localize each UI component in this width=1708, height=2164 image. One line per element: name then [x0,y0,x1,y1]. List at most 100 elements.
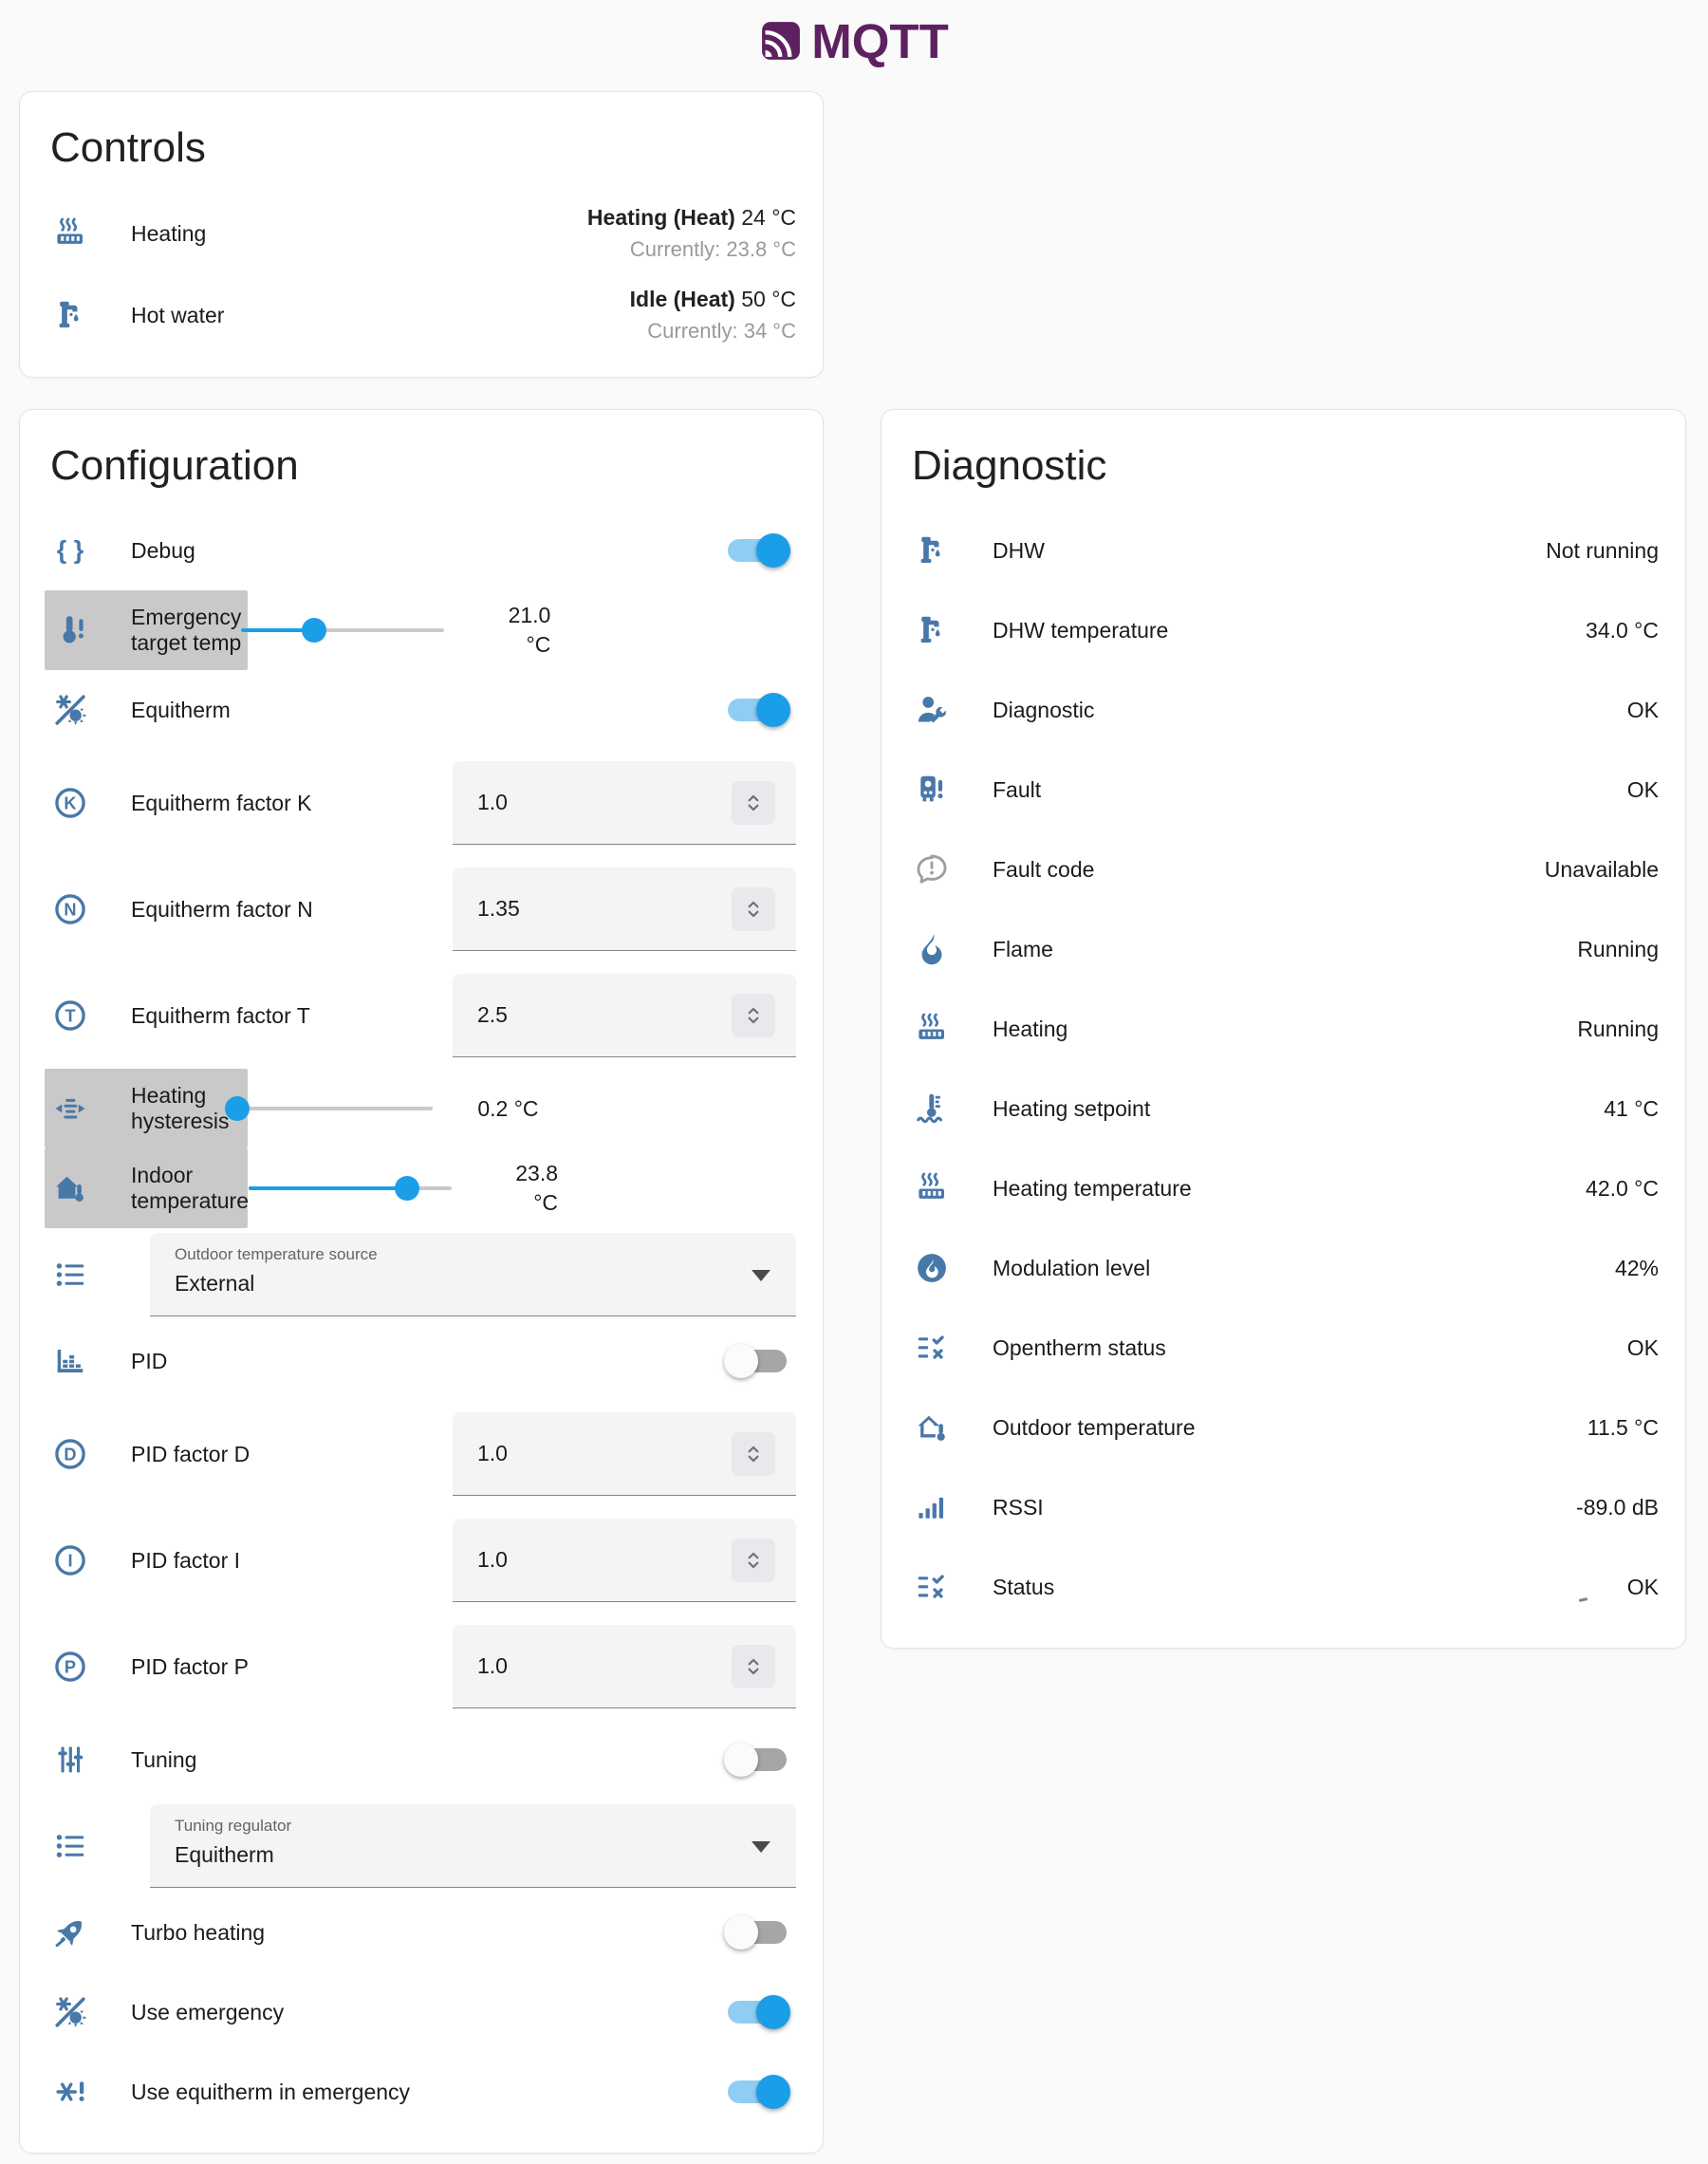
slider-value-line: °C [471,1188,558,1218]
diagnostic-value: 11.5 °C [1587,1415,1659,1441]
config-label: Use emergency [131,2000,284,2025]
config-label: PID factor P [131,1654,249,1680]
config-label: Use equitherm in emergency [131,2080,410,2105]
diagnostic-row-status: Status OK [906,1547,1659,1627]
diagnostic-value: 42% [1615,1256,1659,1281]
control-state-current: Currently: 34 °C [630,319,796,344]
config-label: PID factor I [131,1548,240,1574]
number-input-equitherm-factor-t[interactable]: 2.5 [453,974,796,1057]
control-state[interactable]: Idle (Heat) 50 °C Currently: 34 °C [630,287,796,344]
slider-heating-hysteresis[interactable] [230,1107,433,1110]
select-tuning-regulator[interactable]: Tuning regulatorEquitherm [150,1804,796,1888]
config-row-use-equitherm-in-emergency: Use equitherm in emergency [45,2052,796,2132]
control-label: Heating [131,221,206,247]
card-grid: Controls HeatingHeating (Heat) 24 °CCurr… [0,82,1708,2154]
diagnostic-row-heating: HeatingRunning [906,989,1659,1069]
config-row-outdoor-temperature-source: Outdoor temperature sourceExternal [45,1228,796,1321]
svg-text:T: T [65,1006,75,1025]
slider-value: 21.0°C [463,601,550,660]
number-stepper[interactable] [732,1432,775,1476]
config-row-tuning-regulator: Tuning regulatorEquitherm [45,1800,796,1893]
diagnostic-label: Outdoor temperature [993,1415,1196,1441]
control-state-line: Heating (Heat) 24 °C [587,205,796,231]
config-row-tuning: Tuning [45,1720,796,1800]
config-label: Equitherm factor N [131,897,313,923]
home-thermometer-outline-icon [914,1409,950,1446]
diagnostic-label: Fault [993,777,1041,803]
diagnostic-label: Heating setpoint [993,1096,1150,1122]
number-stepper[interactable] [732,994,775,1037]
diagnostic-label: Status [993,1575,1054,1600]
number-stepper[interactable] [732,1539,775,1582]
water-tap-icon [914,532,950,569]
controls-card-title: Controls [50,124,796,172]
diagnostic-value: OK [1627,1575,1659,1600]
diagnostic-value: OK [1627,777,1659,803]
control-state-line: Idle (Heat) 50 °C [630,287,796,312]
list-bulleted-icon [52,1828,88,1864]
svg-text:K: K [64,793,76,812]
config-row-heating-hysteresis: Heating hysteresis0.2 °C [45,1069,248,1148]
toggle-thumb [724,1344,758,1378]
number-input-equitherm-factor-k[interactable]: 1.0 [453,761,796,845]
number-value: 1.0 [477,790,508,815]
diagnostic-row-outdoor-temperature: Outdoor temperature 11.5 °C [906,1388,1659,1467]
alpha-p-circle-icon: P [52,1649,88,1685]
mqtt-logo: MQTT [0,0,1708,82]
config-label: PID [131,1349,167,1374]
diagnostic-value: OK [1627,1335,1659,1361]
config-label: Debug [131,538,195,564]
diagnostic-row-opentherm-status: Opentherm statusOK [906,1308,1659,1388]
config-row-equitherm-factor-k: KEquitherm factor K1.0 [45,750,796,856]
control-state-mode: Idle (Heat) [630,287,735,311]
toggle-use-equitherm-in-emergency[interactable] [728,2080,787,2103]
boiler-alert-icon [914,772,950,808]
toggle-tuning[interactable] [728,1748,787,1771]
sun-snowflake-icon [52,1994,88,2030]
toggle-thumb [724,1743,758,1777]
slider-emergency-target-temp[interactable] [241,628,444,632]
diagnostic-row-heating-setpoint: Heating setpoint 41 °C [906,1069,1659,1148]
config-label: PID factor D [131,1442,250,1467]
toggle-use-emergency[interactable] [728,2001,787,2024]
slider-value-line: 23.8 [471,1159,558,1188]
diagnostic-value: 42.0 °C [1586,1176,1659,1202]
number-stepper[interactable] [732,887,775,931]
control-label: Hot water [131,303,224,328]
diagnostic-label: Heating [993,1017,1068,1042]
svg-text:P: P [65,1657,76,1676]
slider-knob[interactable] [225,1096,250,1121]
diagnostic-value: -89.0 dB [1576,1495,1659,1520]
slider-indoor-temperature[interactable] [249,1186,452,1190]
diagnostic-row-heating-temperature: Heating temperature42.0 °C [906,1148,1659,1228]
config-label: Equitherm [131,698,231,723]
rocket-icon [52,1914,88,1950]
toggle-debug[interactable] [728,539,787,562]
diagnostic-value: 41 °C [1604,1096,1659,1122]
number-input-pid-factor-d[interactable]: 1.0 [453,1412,796,1496]
mqtt-logo-text: MQTT [811,13,948,69]
number-value: 1.0 [477,1653,508,1679]
number-input-equitherm-factor-n[interactable]: 1.35 [453,867,796,951]
number-stepper[interactable] [732,1645,775,1688]
toggle-pid[interactable] [728,1350,787,1372]
toggle-equitherm[interactable] [728,699,787,721]
slider-value-line: 0.2 °C [452,1094,539,1124]
number-stepper[interactable] [732,781,775,825]
slider-knob[interactable] [302,618,326,643]
select-outdoor-temperature-source[interactable]: Outdoor temperature sourceExternal [150,1233,796,1316]
toggle-turbo-heating[interactable] [728,1921,787,1944]
diagnostic-label: DHW [993,538,1045,564]
diagnostic-row-flame: FlameRunning [906,909,1659,989]
diagnostic-card: Diagnostic DHWNot runningDHW temperature… [881,409,1686,1649]
config-row-use-emergency: Use emergency [45,1972,796,2052]
number-input-pid-factor-p[interactable]: 1.0 [453,1625,796,1708]
control-state[interactable]: Heating (Heat) 24 °CCurrently: 23.8 °C [587,205,796,262]
slider-value: 23.8°C [471,1159,558,1218]
slider-knob[interactable] [395,1176,419,1201]
config-row-pid-factor-i: IPID factor I1.0 [45,1507,796,1614]
select-value: Equitherm [175,1842,796,1868]
diagnostic-label: Fault code [993,857,1094,883]
number-input-pid-factor-i[interactable]: 1.0 [453,1519,796,1602]
diagnostic-row-fault-code: Fault codeUnavailable [906,830,1659,909]
